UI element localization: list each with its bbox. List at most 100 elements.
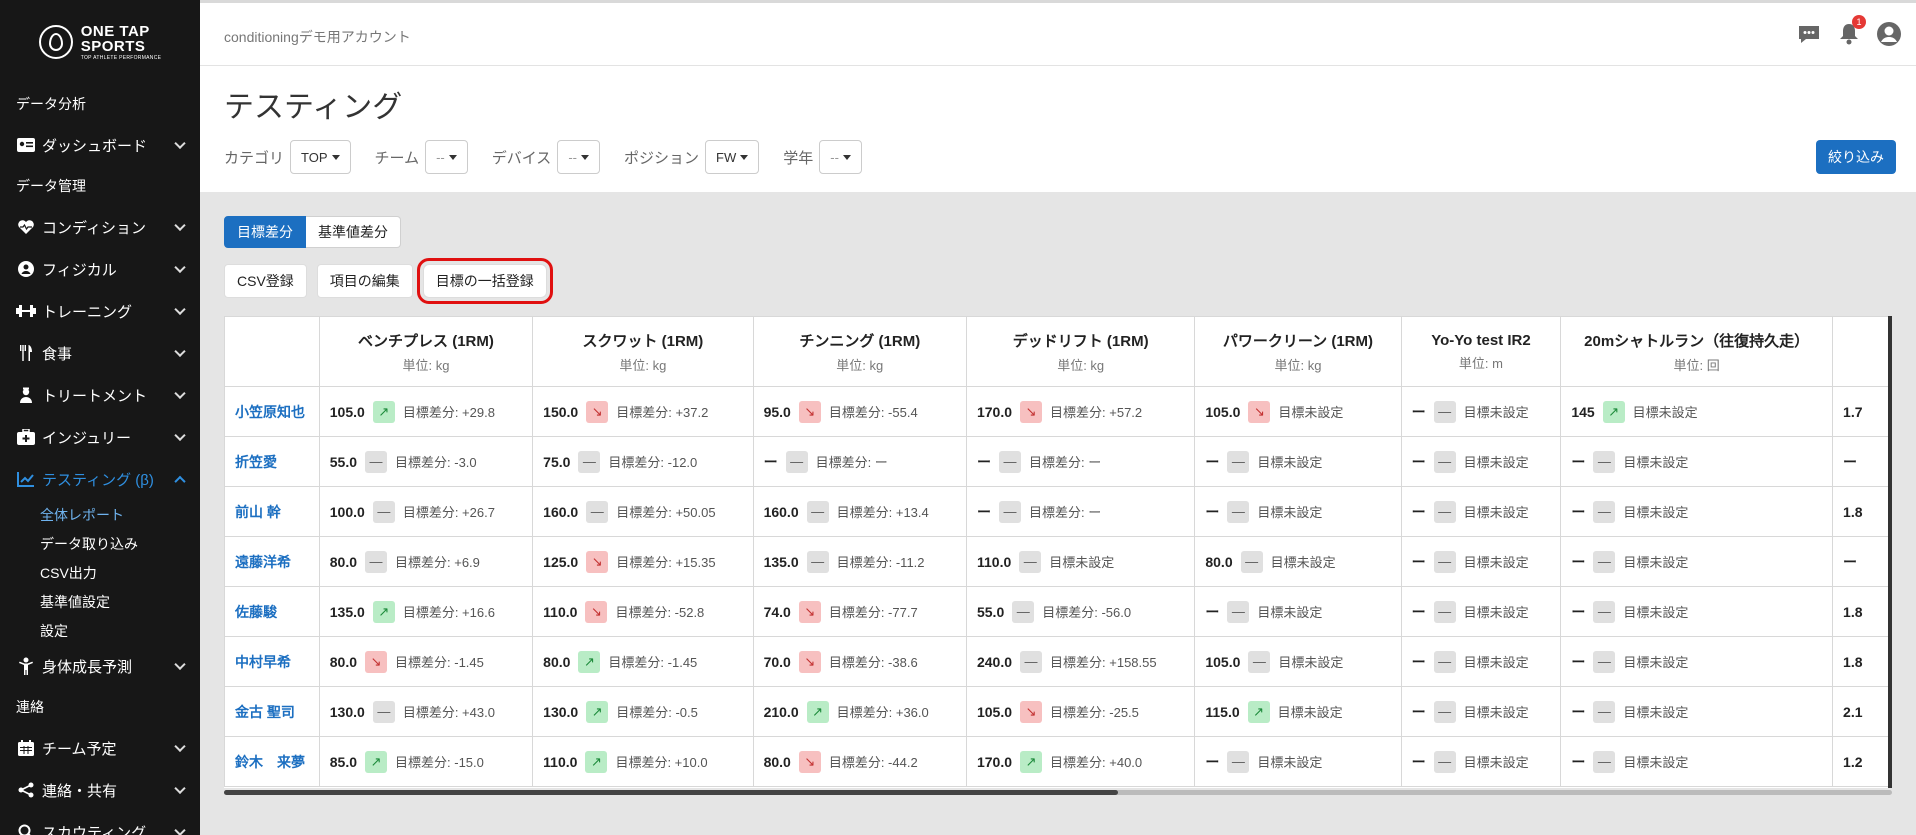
metric-cell[interactable]: 105.0 ↘ 目標未設定 [1194, 386, 1402, 437]
athlete-name-link[interactable]: 折笠愛 [224, 436, 320, 487]
metric-cell[interactable]: ー — 目標未設定 [1560, 736, 1834, 787]
metric-cell[interactable]: ー — 目標未設定 [1400, 686, 1562, 737]
horizontal-scrollbar[interactable] [224, 790, 1892, 795]
user-avatar-icon[interactable] [1876, 21, 1902, 47]
metric-cell[interactable]: ー — 目標未設定 [1560, 636, 1834, 687]
metric-cell[interactable]: 74.0 ↘ 目標差分: -77.7 [752, 586, 967, 637]
sidebar-item[interactable]: インジュリー [0, 416, 200, 458]
sidebar-item[interactable]: トレーニング [0, 290, 200, 332]
bell-icon[interactable]: 1 [1836, 15, 1866, 47]
sidebar-item[interactable]: フィジカル [0, 248, 200, 290]
metric-cell[interactable]: 115.0 ↗ 目標未設定 [1194, 686, 1402, 737]
metric-cell[interactable]: 110.0 ↘ 目標差分: -52.8 [532, 586, 754, 637]
metric-cell[interactable]: ー — 目標未設定 [1560, 436, 1834, 487]
metric-cell[interactable]: 100.0 — 目標差分: +26.7 [318, 486, 534, 537]
filter-select[interactable]: -- [557, 140, 600, 174]
metric-cell[interactable]: 135.0 — 目標差分: -11.2 [752, 536, 967, 587]
metric-cell[interactable]: ー — 目標未設定 [1400, 636, 1562, 687]
sidebar-item[interactable]: 身体成長予測 [0, 645, 200, 687]
metric-cell[interactable]: ー — 目標未設定 [1560, 686, 1834, 737]
filter-select[interactable]: FW [705, 140, 760, 174]
sidebar-subitem[interactable]: 全体レポート [0, 500, 200, 529]
athlete-name-link[interactable]: 遠藤洋希 [224, 536, 320, 587]
metric-cell[interactable]: 75.0 — 目標差分: -12.0 [532, 436, 754, 487]
metric-cell[interactable]: ー — 目標未設定 [1400, 436, 1562, 487]
athlete-name-link[interactable]: 佐藤駿 [224, 586, 320, 637]
sidebar-subitem[interactable]: データ取り込み [0, 529, 200, 558]
filter-apply-button[interactable]: 絞り込み [1816, 140, 1896, 174]
athlete-name-link[interactable]: 小笠原知也 [224, 386, 320, 437]
metric-cell[interactable]: ー — 目標差分: ー [752, 436, 967, 487]
metric-cell[interactable]: ー — 目標未設定 [1400, 586, 1562, 637]
metric-cell[interactable]: 110.0 — 目標未設定 [965, 536, 1196, 587]
metric-cell[interactable]: 170.0 ↘ 目標差分: +57.2 [965, 386, 1196, 437]
sidebar-item[interactable]: 連絡・共有 [0, 769, 200, 811]
metric-cell[interactable]: 80.0 ↗ 目標差分: -1.45 [532, 636, 754, 687]
sidebar-item[interactable]: スカウティング [0, 811, 200, 835]
column-header[interactable]: デッドリフト (1RM) 単位: kg [965, 316, 1196, 387]
metric-cell[interactable]: 80.0 ↘ 目標差分: -1.45 [318, 636, 534, 687]
metric-cell[interactable]: 80.0 — 目標差分: +6.9 [318, 536, 534, 587]
metric-cell[interactable]: 80.0 — 目標未設定 [1194, 536, 1402, 587]
metric-cell[interactable]: 160.0 — 目標差分: +50.05 [532, 486, 754, 537]
metric-cell[interactable]: ー — 目標差分: ー [965, 436, 1196, 487]
sidebar-item[interactable]: チーム予定 [0, 727, 200, 769]
metric-cell[interactable]: 130.0 — 目標差分: +43.0 [318, 686, 534, 737]
edit-items-button[interactable]: 項目の編集 [316, 264, 413, 298]
sidebar-subitem[interactable]: CSV出力 [0, 558, 200, 587]
filter-select[interactable]: TOP [290, 140, 351, 174]
column-header[interactable]: スクワット (1RM) 単位: kg [532, 316, 754, 387]
sidebar-subitem[interactable]: 基準値設定 [0, 587, 200, 616]
column-header[interactable]: チンニング (1RM) 単位: kg [752, 316, 967, 387]
metric-cell[interactable]: ー — 目標未設定 [1400, 386, 1562, 437]
athlete-name-link[interactable]: 中村早希 [224, 636, 320, 687]
metric-cell[interactable]: ー — 目標差分: ー [965, 486, 1196, 537]
metric-cell[interactable]: 105.0 ↘ 目標差分: -25.5 [965, 686, 1196, 737]
metric-cell[interactable]: 105.0 ↗ 目標差分: +29.8 [318, 386, 534, 437]
metric-cell[interactable]: 95.0 ↘ 目標差分: -55.4 [752, 386, 967, 437]
column-header[interactable]: ベンチプレス (1RM) 単位: kg [318, 316, 534, 387]
metric-cell[interactable]: 110.0 ↗ 目標差分: +10.0 [532, 736, 754, 787]
athlete-name-link[interactable]: 前山 幹 [224, 486, 320, 537]
metric-cell[interactable]: 240.0 — 目標差分: +158.55 [965, 636, 1196, 687]
target-diff-tab[interactable]: 目標差分 [224, 216, 306, 248]
athlete-name-link[interactable]: 鈴木 来夢 [224, 736, 320, 787]
metric-cell[interactable]: 145 ↗ 目標未設定 [1560, 386, 1834, 437]
column-header[interactable]: パワークリーン (1RM) 単位: kg [1194, 316, 1402, 387]
baseline-diff-tab[interactable]: 基準値差分 [306, 216, 401, 248]
metric-cell[interactable]: 160.0 — 目標差分: +13.4 [752, 486, 967, 537]
metric-cell[interactable]: 80.0 ↘ 目標差分: -44.2 [752, 736, 967, 787]
metric-cell[interactable]: ー — 目標未設定 [1194, 586, 1402, 637]
athlete-name-link[interactable]: 金古 聖司 [224, 686, 320, 737]
vertical-scrollbar[interactable] [1888, 316, 1892, 788]
sidebar-item[interactable]: トリートメント [0, 374, 200, 416]
metric-cell[interactable]: 85.0 ↗ 目標差分: -15.0 [318, 736, 534, 787]
sidebar-subitem[interactable]: 設定 [0, 616, 200, 645]
metric-cell[interactable]: ー — 目標未設定 [1400, 736, 1562, 787]
metric-cell[interactable]: 150.0 ↘ 目標差分: +37.2 [532, 386, 754, 437]
sidebar-item[interactable]: 食事 [0, 332, 200, 374]
metric-cell[interactable]: ー — 目標未設定 [1400, 486, 1562, 537]
filter-select[interactable]: -- [819, 140, 862, 174]
metric-cell[interactable]: 170.0 ↗ 目標差分: +40.0 [965, 736, 1196, 787]
metric-cell[interactable]: ー — 目標未設定 [1194, 736, 1402, 787]
metric-cell[interactable]: ー — 目標未設定 [1560, 536, 1834, 587]
metric-cell[interactable]: ー — 目標未設定 [1560, 586, 1834, 637]
metric-cell[interactable]: ー — 目標未設定 [1194, 436, 1402, 487]
metric-cell[interactable]: 130.0 ↗ 目標差分: -0.5 [532, 686, 754, 737]
metric-cell[interactable]: 105.0 — 目標未設定 [1194, 636, 1402, 687]
horizontal-scrollbar-thumb[interactable] [224, 790, 1118, 795]
metric-cell[interactable]: 55.0 — 目標差分: -3.0 [318, 436, 534, 487]
metric-cell[interactable]: ー — 目標未設定 [1560, 486, 1834, 537]
metric-cell[interactable]: 210.0 ↗ 目標差分: +36.0 [752, 686, 967, 737]
sidebar-item[interactable]: コンディション [0, 206, 200, 248]
metric-cell[interactable]: 55.0 — 目標差分: -56.0 [965, 586, 1196, 637]
sidebar-item[interactable]: ダッシュボード [0, 124, 200, 166]
chat-icon[interactable] [1796, 21, 1822, 47]
metric-cell[interactable]: 135.0 ↗ 目標差分: +16.6 [318, 586, 534, 637]
column-header[interactable]: Yo-Yo test IR2 単位: m [1400, 316, 1562, 387]
metric-cell[interactable]: 70.0 ↘ 目標差分: -38.6 [752, 636, 967, 687]
metric-cell[interactable]: ー — 目標未設定 [1194, 486, 1402, 537]
metric-cell[interactable]: 125.0 ↘ 目標差分: +15.35 [532, 536, 754, 587]
bulk-target-register-button[interactable]: 目標の一括登録 [416, 258, 553, 304]
